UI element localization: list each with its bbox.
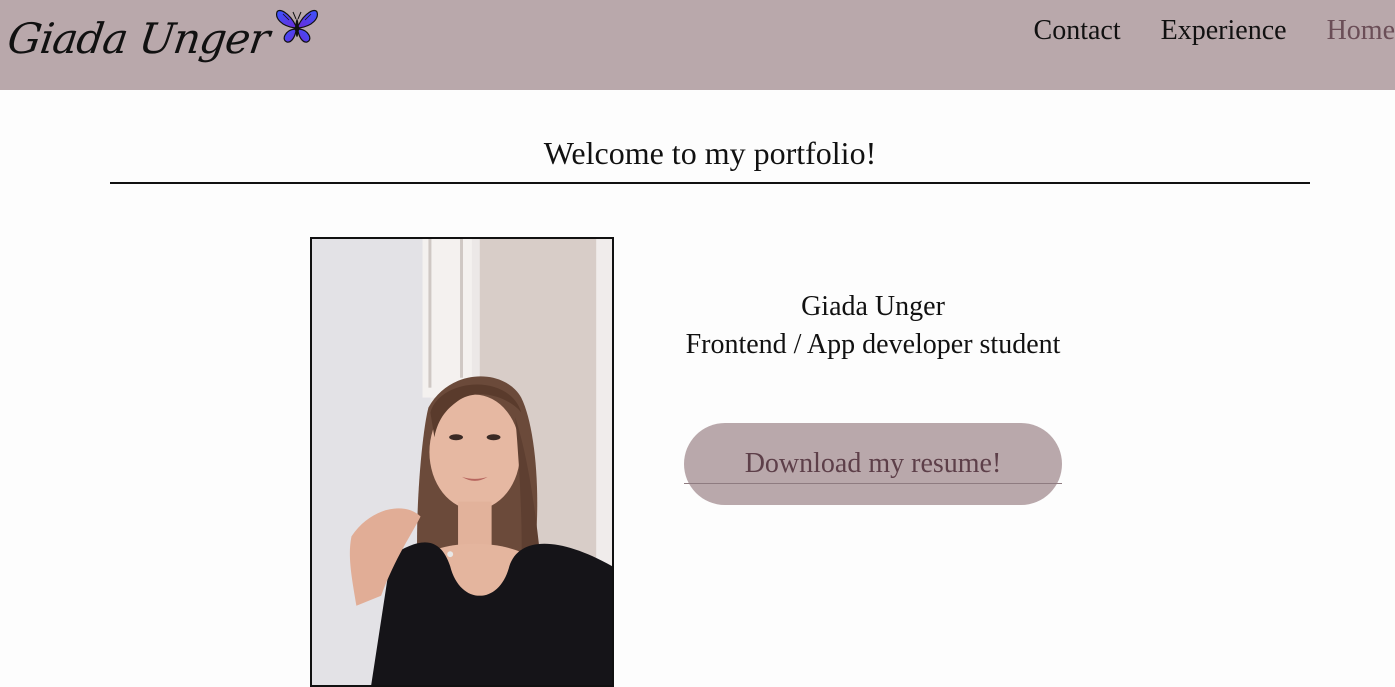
profile-photo [310,237,614,687]
nav-link-home[interactable]: Home [1327,13,1395,49]
site-header: Giada Unger Contact Experience Home [0,0,1395,90]
title-divider [110,182,1310,184]
page-title: Welcome to my portfolio! [543,135,877,171]
butterfly-icon [275,9,318,43]
download-resume-button[interactable]: Download my resume! [684,423,1062,505]
nav-link-experience[interactable]: Experience [1161,13,1287,49]
button-underline [684,483,1062,484]
profile-role: Frontend / App developer student [685,329,1061,360]
main-nav: Contact Experience Home [994,13,1395,49]
intro: Giada Unger Frontend / App developer stu… [660,288,1086,364]
profile-name: Giada Unger [801,291,945,322]
nav-link-contact[interactable]: Contact [1034,13,1121,49]
logo-text: Giada Unger [4,14,273,63]
logo[interactable]: Giada Unger [4,6,319,72]
